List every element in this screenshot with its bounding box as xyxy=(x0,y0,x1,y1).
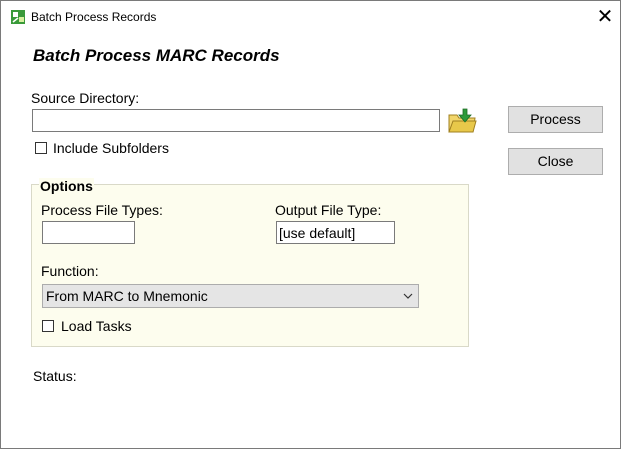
page-title: Batch Process MARC Records xyxy=(33,46,280,65)
include-subfolders-checkbox[interactable] xyxy=(35,142,47,154)
function-label: Function: xyxy=(41,263,99,279)
app-icon xyxy=(11,10,25,24)
output-file-type-input[interactable] xyxy=(276,221,395,244)
folder-open-icon xyxy=(448,108,477,133)
window-close-button[interactable]: ✕ xyxy=(589,4,621,30)
source-directory-input[interactable] xyxy=(32,109,440,132)
close-icon: ✕ xyxy=(596,6,614,28)
output-file-type-label: Output File Type: xyxy=(275,202,382,218)
load-tasks-label: Load Tasks xyxy=(61,318,132,334)
close-button[interactable]: Close xyxy=(508,148,603,175)
title-bar: Batch Process Records ✕ xyxy=(1,1,620,33)
window-title: Batch Process Records xyxy=(31,10,157,24)
load-tasks-checkbox[interactable] xyxy=(42,320,54,332)
function-select[interactable]: From MARC to Mnemonic xyxy=(42,284,419,308)
options-legend: Options xyxy=(39,178,94,194)
process-file-types-input[interactable] xyxy=(42,221,135,244)
include-subfolders-label: Include Subfolders xyxy=(53,140,169,156)
batch-process-window: Batch Process Records ✕ Batch Process MA… xyxy=(0,0,621,449)
process-file-types-label: Process File Types: xyxy=(41,202,163,218)
status-label: Status: xyxy=(33,368,77,384)
source-directory-label: Source Directory: xyxy=(31,90,140,106)
chevron-down-icon xyxy=(403,293,413,299)
process-button[interactable]: Process xyxy=(508,106,603,133)
browse-folder-button[interactable] xyxy=(447,107,477,135)
function-select-value: From MARC to Mnemonic xyxy=(46,288,208,304)
